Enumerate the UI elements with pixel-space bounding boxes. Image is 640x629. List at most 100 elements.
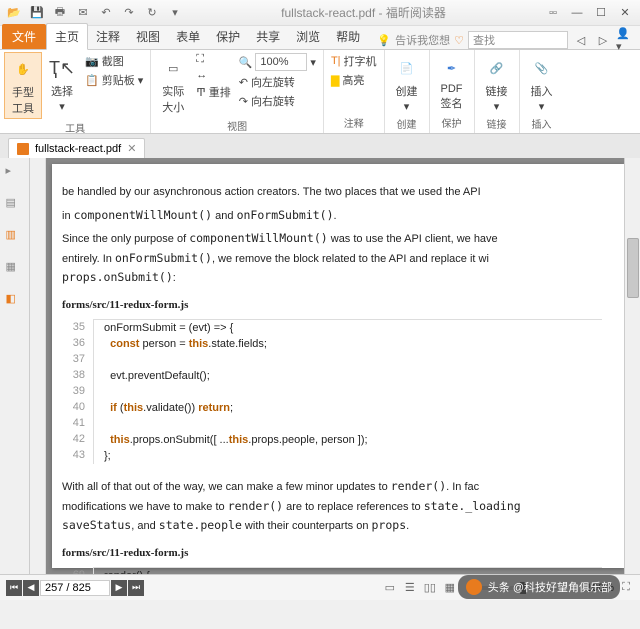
highlight-button[interactable]: ▇高亮: [328, 71, 380, 89]
rotate-right-button[interactable]: ↷向右旋转: [236, 92, 319, 110]
sidebar-expand-icon[interactable]: ▸: [6, 164, 24, 182]
minimize-icon[interactable]: —: [566, 4, 588, 22]
tab-help[interactable]: 帮助: [328, 24, 368, 49]
camera-icon: 📷: [85, 55, 99, 68]
fullscreen-icon[interactable]: ⛶: [618, 580, 634, 596]
close-icon[interactable]: ✕: [614, 4, 636, 22]
menu-tab-bar: 文件 主页 注释 视图 表单 保护 共享 浏览 帮助 💡 告诉我您想 ♡ 查找 …: [0, 26, 640, 50]
tab-protect[interactable]: 保护: [208, 24, 248, 49]
tab-close-icon[interactable]: ✕: [127, 142, 136, 155]
page-viewport[interactable]: be handled by our asynchronous action cr…: [46, 158, 624, 574]
user-icon[interactable]: 👤▾: [616, 31, 634, 49]
redo2-icon[interactable]: ↻: [142, 3, 162, 23]
layout-cont-icon[interactable]: ☰: [402, 580, 418, 596]
snapshot-button[interactable]: 📷截图: [82, 52, 146, 70]
tab-share[interactable]: 共享: [248, 24, 288, 49]
group-label-insert: 插入: [532, 115, 552, 132]
last-page-button[interactable]: ⏭: [128, 580, 144, 596]
document-tab-bar: fullstack-react.pdf ✕: [0, 134, 640, 158]
bookmarks-icon[interactable]: ▤: [6, 196, 24, 214]
tab-form[interactable]: 表单: [168, 24, 208, 49]
prev-page-button[interactable]: ◀: [23, 580, 39, 596]
pdf-sign-button[interactable]: ✒ PDF 签名: [434, 52, 470, 113]
left-gutter: [30, 158, 46, 574]
page-icon: ▭: [159, 54, 187, 82]
ribbon-group-view: ▭ 实际 大小 ⛶ ↔ Ͳ重排 🔍100%▾ ↶向左旋转 ↷向右旋转 视图: [151, 50, 324, 133]
heart-icon[interactable]: ♡: [454, 34, 464, 47]
create-button[interactable]: 📄 创建▾: [389, 52, 425, 115]
code-lines: onFormSubmit = (evt) => { const person =…: [94, 319, 602, 464]
tab-annot[interactable]: 注释: [88, 24, 128, 49]
fit-page-button[interactable]: ⛶: [193, 52, 233, 67]
code-lines-2: render() {: [94, 567, 602, 574]
tab-browse[interactable]: 浏览: [288, 24, 328, 49]
group-label-annot: 注释: [344, 114, 364, 131]
create-icon: 📄: [393, 54, 421, 82]
layout-single-icon[interactable]: ▭: [382, 580, 398, 596]
scrollbar-thumb[interactable]: [627, 238, 639, 298]
tell-me-text[interactable]: 告诉我您想: [395, 32, 450, 48]
window-title: fullstack-react.pdf - 福昕阅读器: [185, 4, 542, 21]
ribbon-group-protect: ✒ PDF 签名 保护: [430, 50, 475, 133]
maximize-icon[interactable]: ☐: [590, 4, 612, 22]
search-input[interactable]: 查找: [468, 31, 568, 49]
layout-facing-icon[interactable]: ▯▯: [422, 580, 438, 596]
highlight-icon: ▇: [331, 74, 339, 87]
print-icon[interactable]: 🖶: [50, 3, 70, 23]
open-icon[interactable]: 📂: [4, 3, 24, 23]
pdf-icon: [17, 143, 29, 155]
ribbon-min-icon[interactable]: ▫▫: [542, 4, 564, 22]
typewriter-button[interactable]: T|打字机: [328, 52, 380, 70]
pages-panel-icon[interactable]: ▥: [6, 228, 24, 246]
first-page-button[interactable]: ⏮: [6, 580, 22, 596]
reflow-icon: Ͳ: [196, 86, 205, 99]
page-controls: ⏮ ◀ ▶ ⏭: [6, 580, 144, 596]
tab-view[interactable]: 视图: [128, 24, 168, 49]
group-label-protect: 保护: [442, 114, 462, 131]
undo-icon[interactable]: ↶: [96, 3, 116, 23]
tab-home[interactable]: 主页: [46, 23, 88, 50]
comments-panel-icon[interactable]: ▦: [6, 260, 24, 278]
save-icon[interactable]: 💾: [27, 3, 47, 23]
dropdown-icon[interactable]: ▾: [165, 3, 185, 23]
clipboard-icon: 📋: [85, 74, 99, 87]
ribbon-group-insert: 📎 插入▾ 插入: [520, 50, 564, 133]
document-tab[interactable]: fullstack-react.pdf ✕: [8, 138, 145, 158]
fit-width-button[interactable]: ↔: [193, 68, 233, 82]
email-icon[interactable]: ✉: [73, 3, 93, 23]
insert-button[interactable]: 📎 插入▾: [524, 52, 560, 115]
line-numbers-2: 6970: [62, 567, 94, 574]
pdf-page: be handled by our asynchronous action cr…: [52, 164, 624, 568]
file-path-2: forms/src/11-redux-form.js: [62, 545, 602, 562]
code-block-2: 6970 render() {: [62, 567, 602, 574]
reflow-button[interactable]: Ͳ重排: [193, 83, 233, 101]
ribbon-group-create: 📄 创建▾ 创建: [385, 50, 430, 133]
select-icon: Ҭ↖: [48, 54, 76, 82]
ribbon: ✋ 手型 工具 Ҭ↖ 选择▾ 📷截图 📋剪贴板▾ 工具 ▭ 实际 大小 ⛶ ↔ …: [0, 50, 640, 134]
redo-icon[interactable]: ↷: [119, 3, 139, 23]
watermark-avatar: [466, 579, 482, 595]
workspace: ▸ ▤ ▥ ▦ ◧ be handled by our asynchronous…: [0, 158, 640, 574]
quick-access-toolbar: 📂 💾 🖶 ✉ ↶ ↷ ↻ ▾: [4, 3, 185, 23]
layout-cont-facing-icon[interactable]: ▦: [442, 580, 458, 596]
group-label-links: 链接: [487, 115, 507, 132]
vertical-scrollbar[interactable]: [624, 158, 640, 574]
ribbon-group-links: 🔗 链接▾ 链接: [475, 50, 520, 133]
typewriter-icon: T|: [331, 55, 341, 67]
ribbon-group-tools: ✋ 手型 工具 Ҭ↖ 选择▾ 📷截图 📋剪贴板▾ 工具: [0, 50, 151, 133]
page-number-input[interactable]: [40, 580, 110, 596]
rotate-left-button[interactable]: ↶向左旋转: [236, 73, 319, 91]
hand-tool-button[interactable]: ✋ 手型 工具: [4, 52, 42, 119]
group-label-tools: 工具: [65, 119, 85, 136]
link-button[interactable]: 🔗 链接▾: [479, 52, 515, 115]
clipboard-button[interactable]: 📋剪贴板▾: [82, 71, 146, 89]
next-page-button[interactable]: ▶: [111, 580, 127, 596]
select-tool-button[interactable]: Ҭ↖ 选择▾: [44, 52, 80, 115]
watermark-badge: 头条 @科技好望角俱乐部: [458, 575, 620, 599]
search-next-button[interactable]: ▷: [594, 31, 612, 49]
actual-size-button[interactable]: ▭ 实际 大小: [155, 52, 191, 117]
zoom-combo[interactable]: 🔍100%▾: [236, 52, 319, 72]
attachments-icon[interactable]: ◧: [6, 292, 24, 310]
search-prev-button[interactable]: ◁: [572, 31, 590, 49]
file-tab[interactable]: 文件: [2, 24, 46, 49]
